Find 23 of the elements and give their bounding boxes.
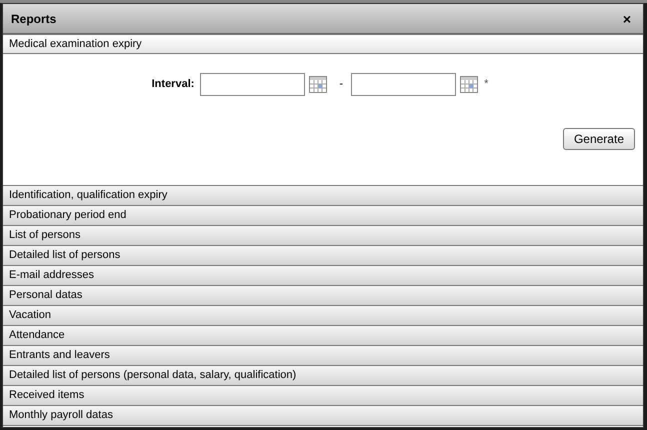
section-header[interactable]: Identification, qualification expiry: [3, 186, 643, 206]
calendar-icon[interactable]: [460, 76, 478, 93]
close-button[interactable]: ×: [618, 12, 635, 26]
section-header[interactable]: Detailed list of persons: [3, 246, 643, 266]
interval-label: Interval:: [152, 77, 194, 92]
section-header[interactable]: Attendance: [3, 326, 643, 346]
section-header[interactable]: E-mail addresses: [3, 266, 643, 286]
generate-button[interactable]: Generate: [562, 128, 635, 150]
section-header[interactable]: Monthly payroll datas: [3, 406, 643, 426]
section-header[interactable]: Personal datas: [3, 286, 643, 306]
section-header[interactable]: Medical examination expiry: [3, 34, 643, 54]
calendar-icon[interactable]: [309, 76, 328, 93]
end-date-field[interactable]: [351, 73, 456, 96]
section-header[interactable]: Received items: [3, 386, 643, 406]
window-title: Reports: [11, 10, 56, 28]
section-header[interactable]: List of persons: [3, 226, 643, 246]
required-mark: *: [484, 77, 488, 92]
section-header[interactable]: Vacation: [3, 306, 643, 326]
start-date-field[interactable]: [200, 73, 306, 96]
section-header[interactable]: Probationary period end: [3, 206, 643, 226]
dash-separator: -: [339, 77, 344, 92]
section-header[interactable]: Detailed list of persons (personal data, salary, qualification): [3, 366, 643, 386]
section-header[interactable]: Entrants and leavers: [3, 346, 643, 366]
